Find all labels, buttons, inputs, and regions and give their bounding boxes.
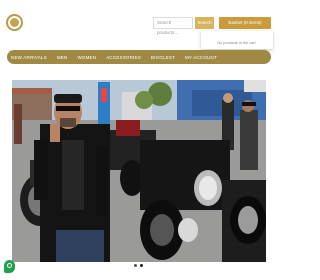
search-input[interactable]: Search products…	[153, 17, 193, 35]
nav-item-new-arrivals[interactable]: NEW ARRIVALS	[11, 55, 47, 60]
main-nav: NEW ARRIVALS MEN WOMEN ACCESSORIES BIGGL…	[7, 50, 271, 64]
chat-icon[interactable]	[4, 260, 15, 273]
carousel-dot-2[interactable]	[140, 264, 143, 267]
cart-empty-message: No products in the cart.	[217, 41, 257, 45]
nav-item-women[interactable]: WOMEN	[77, 55, 96, 60]
hero-photo	[12, 80, 266, 262]
basket-button[interactable]: Basket (0 items)	[219, 17, 271, 29]
nav-item-my-account[interactable]: MY ACCOUNT	[185, 55, 217, 60]
nav-item-men[interactable]: MEN	[57, 55, 68, 60]
hero-slide-image[interactable]	[12, 80, 266, 262]
nav-item-accessories[interactable]: ACCESSORIES	[106, 55, 141, 60]
logo-emblem	[10, 18, 19, 27]
site-logo[interactable]	[6, 14, 23, 31]
chat-icon-glyph	[7, 263, 12, 268]
carousel-dots	[134, 264, 146, 268]
carousel-dot-1[interactable]	[134, 264, 137, 267]
cart-dropdown: No products in the cart.	[201, 31, 273, 49]
nav-item-bigglest[interactable]: BIGGLEST	[151, 55, 175, 60]
search-button[interactable]: Search	[195, 17, 214, 29]
